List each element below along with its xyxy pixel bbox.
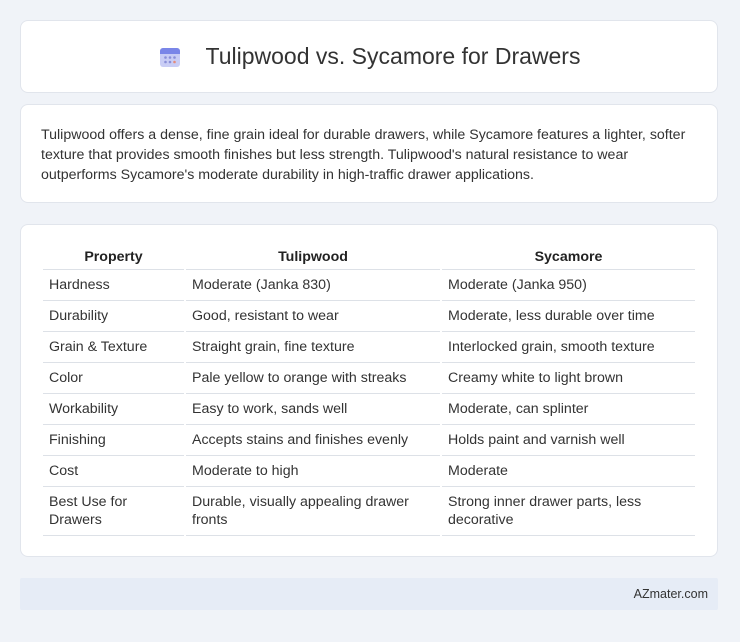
sycamore-cell: Holds paint and varnish well <box>442 425 695 456</box>
property-cell: Workability <box>43 394 184 425</box>
property-cell: Cost <box>43 456 184 487</box>
title-card: Tulipwood vs. Sycamore for Drawers <box>20 20 718 93</box>
table-row: Grain & Texture Straight grain, fine text… <box>43 332 695 363</box>
comparison-table: Property Tulipwood Sycamore Hardness Mode… <box>41 245 697 536</box>
property-cell: Finishing <box>43 425 184 456</box>
tulipwood-cell: Good, resistant to wear <box>186 301 440 332</box>
tulipwood-cell: Accepts stains and finishes evenly <box>186 425 440 456</box>
header-sycamore: Sycamore <box>442 245 695 270</box>
sycamore-cell: Creamy white to light brown <box>442 363 695 394</box>
property-cell: Durability <box>43 301 184 332</box>
table-row: Hardness Moderate (Janka 830) Moderate (Ja… <box>43 270 695 301</box>
sycamore-cell: Moderate, can splinter <box>442 394 695 425</box>
property-cell: Color <box>43 363 184 394</box>
table-row: Durability Good, resistant to wear Moderat… <box>43 301 695 332</box>
calendar-icon <box>159 47 180 67</box>
tulipwood-cell: Easy to work, sands well <box>186 394 440 425</box>
table-row: Workability Easy to work, sands well Moder… <box>43 394 695 425</box>
tulipwood-cell: Pale yellow to orange with streaks <box>186 363 440 394</box>
header-tulipwood: Tulipwood <box>186 245 440 270</box>
table-row: Finishing Accepts stains and finishes eve… <box>43 425 695 456</box>
sycamore-cell: Interlocked grain, smooth texture <box>442 332 695 363</box>
page-title: Tulipwood vs. Sycamore for Drawers <box>205 43 581 69</box>
tulipwood-cell: Straight grain, fine texture <box>186 332 440 363</box>
sycamore-cell: Moderate (Janka 950) <box>442 270 695 301</box>
tulipwood-cell: Durable, visually appealing drawer front… <box>186 487 440 536</box>
table-card: Property Tulipwood Sycamore Hardness Mode… <box>20 224 718 557</box>
sycamore-cell: Moderate <box>442 456 695 487</box>
property-cell: Best Use for Drawers <box>43 487 184 536</box>
sycamore-cell: Moderate, less durable over time <box>442 301 695 332</box>
table-row: Color Pale yellow to orange with streaks C… <box>43 363 695 394</box>
table-header-row: Property Tulipwood Sycamore <box>43 245 695 270</box>
property-cell: Hardness <box>43 270 184 301</box>
property-cell: Grain & Texture <box>43 332 184 363</box>
summary-card: Tulipwood offers a dense, fine grain ide… <box>20 104 718 203</box>
table-body: Hardness Moderate (Janka 830) Moderate (Ja… <box>43 270 695 536</box>
summary-text: Tulipwood offers a dense, fine grain ide… <box>41 127 686 183</box>
table-row: Cost Moderate to high Moderate <box>43 456 695 487</box>
tulipwood-cell: Moderate (Janka 830) <box>186 270 440 301</box>
footer: AZmater.com <box>20 578 718 610</box>
header-property: Property <box>43 245 184 270</box>
table-row: Best Use for Drawers Durable, visually ap… <box>43 487 695 536</box>
tulipwood-cell: Moderate to high <box>186 456 440 487</box>
sycamore-cell: Strong inner drawer parts, less decorati… <box>442 487 695 536</box>
footer-brand: AZmater.com <box>633 587 708 601</box>
